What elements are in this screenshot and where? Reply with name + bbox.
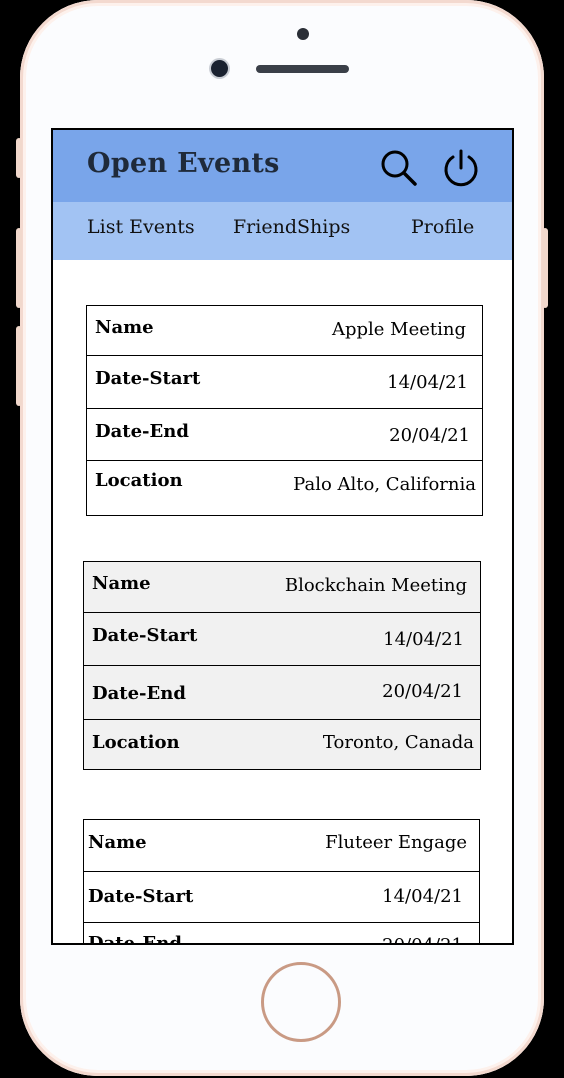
location-label: Location bbox=[92, 732, 180, 753]
location-label: Location bbox=[95, 470, 183, 491]
name-label: Name bbox=[95, 317, 154, 338]
event-date-start: 14/04/21 bbox=[383, 629, 464, 650]
event-name: Apple Meeting bbox=[331, 319, 466, 340]
proximity-sensor bbox=[297, 28, 309, 40]
event-end-row: Date-End 20/04/21 bbox=[84, 923, 479, 945]
event-start-row: Date-Start 14/04/21 bbox=[84, 613, 480, 666]
tab-bar: List Events FriendShips Profile bbox=[53, 202, 512, 260]
name-label: Name bbox=[88, 832, 147, 853]
earpiece-speaker bbox=[256, 65, 349, 73]
app-screen: Open Events List Events FriendShips Prof… bbox=[51, 128, 514, 945]
power-icon[interactable] bbox=[441, 148, 481, 188]
event-location-row: Location Palo Alto, California bbox=[87, 461, 482, 513]
date-start-label: Date-Start bbox=[92, 625, 198, 646]
event-start-row: Date-Start 14/04/21 bbox=[84, 872, 479, 923]
event-end-row: Date-End 20/04/21 bbox=[87, 409, 482, 461]
event-date-start: 14/04/21 bbox=[382, 886, 463, 907]
volume-down-button bbox=[16, 326, 22, 406]
event-date-end: 20/04/21 bbox=[382, 681, 463, 702]
front-camera-icon bbox=[211, 60, 228, 77]
date-end-label: Date-End bbox=[92, 683, 186, 704]
event-date-start: 14/04/21 bbox=[387, 372, 468, 393]
tab-list-events[interactable]: List Events bbox=[87, 216, 195, 238]
event-name-row: Name Apple Meeting bbox=[87, 306, 482, 356]
event-location: Toronto, Canada bbox=[322, 732, 474, 753]
tab-friendships[interactable]: FriendShips bbox=[233, 216, 350, 238]
event-name-row: Name Blockchain Meeting bbox=[84, 562, 480, 613]
event-card[interactable]: Name Blockchain Meeting Date-Start 14/04… bbox=[83, 561, 481, 770]
home-button[interactable] bbox=[261, 962, 341, 1042]
event-name: Blockchain Meeting bbox=[284, 575, 467, 596]
app-title: Open Events bbox=[87, 148, 280, 179]
tab-profile[interactable]: Profile bbox=[411, 216, 474, 238]
event-location-row: Location Toronto, Canada bbox=[84, 720, 480, 770]
mute-switch bbox=[16, 138, 22, 178]
event-name-row: Name Fluteer Engage bbox=[84, 820, 479, 872]
date-start-label: Date-Start bbox=[88, 886, 194, 907]
name-label: Name bbox=[92, 573, 151, 594]
event-card[interactable]: Name Apple Meeting Date-Start 14/04/21 D… bbox=[86, 305, 483, 516]
event-start-row: Date-Start 14/04/21 bbox=[87, 356, 482, 409]
date-start-label: Date-Start bbox=[95, 368, 201, 389]
event-date-end: 20/04/21 bbox=[389, 425, 470, 446]
event-card[interactable]: Name Fluteer Engage Date-Start 14/04/21 … bbox=[83, 819, 480, 945]
event-location: Palo Alto, California bbox=[293, 474, 476, 495]
power-side-button bbox=[542, 228, 548, 308]
event-date-end: 20/04/21 bbox=[382, 935, 463, 943]
search-icon[interactable] bbox=[379, 148, 419, 188]
event-name: Fluteer Engage bbox=[325, 832, 467, 853]
date-end-label: Date-End bbox=[95, 421, 189, 442]
date-end-label: Date-End bbox=[88, 933, 182, 945]
app-bar: Open Events bbox=[53, 130, 512, 202]
volume-up-button bbox=[16, 228, 22, 308]
event-end-row: Date-End 20/04/21 bbox=[84, 666, 480, 720]
